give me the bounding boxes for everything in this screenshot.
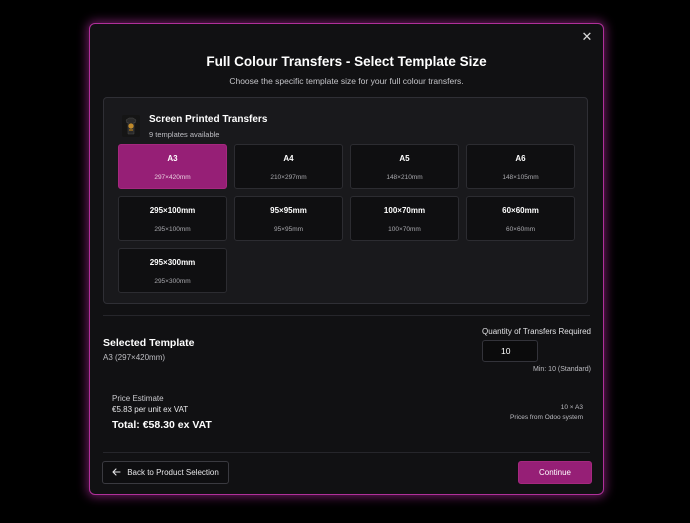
template-dimensions: 210×297mm [270,174,307,181]
template-name: 295×100mm [149,206,196,215]
price-per-unit: €5.83 per unit ex VAT [112,405,189,414]
tshirt-thumbnail [122,115,140,137]
template-name: A3 [167,154,178,163]
template-tile-295x100[interactable]: 295×100mm 295×100mm [118,196,227,241]
template-dimensions: 100×70mm [388,226,421,233]
template-dimensions: 295×100mm [154,226,191,233]
template-dimensions: 297×420mm [154,174,191,181]
continue-button-label: Continue [538,468,572,477]
divider [103,452,590,453]
template-dimensions: 295×300mm [154,278,191,285]
template-tile-a5[interactable]: A5 148×210mm [350,144,459,189]
template-tile-100x70[interactable]: 100×70mm 100×70mm [350,196,459,241]
template-size-dialog: ✕ Full Colour Transfers - Select Templat… [89,23,604,495]
price-estimate-label: Price Estimate [112,394,164,403]
price-quantity-summary: 10 × A3 [560,404,583,411]
continue-button[interactable]: Continue [518,461,592,484]
template-tile-95x95[interactable]: 95×95mm 95×95mm [234,196,343,241]
quantity-label: Quantity of Transfers Required [482,327,591,336]
template-group-title: Screen Printed Transfers [149,114,268,125]
dialog-subtitle: Choose the specific template size for yo… [229,76,464,86]
template-name: 295×300mm [149,258,196,267]
template-tile-a6[interactable]: A6 148×105mm [466,144,575,189]
back-to-product-selection-button[interactable]: Back to Product Selection [102,461,229,484]
template-dimensions: 148×210mm [386,174,423,181]
template-dimensions: 60×60mm [505,226,536,233]
arrow-left-icon [112,467,121,478]
dialog-title: Full Colour Transfers - Select Template … [206,54,487,69]
template-grid: A3 297×420mm A4 210×297mm A5 148×210mm A… [118,144,575,293]
template-name: A6 [515,154,526,163]
selected-template-value: A3 (297×420mm) [103,353,166,362]
template-name: 95×95mm [270,206,307,215]
template-tile-60x60[interactable]: 60×60mm 60×60mm [466,196,575,241]
quantity-input[interactable] [482,340,538,362]
template-count: 9 templates available [149,130,220,139]
divider [103,315,590,316]
template-dimensions: 95×95mm [273,226,304,233]
selected-template-title: Selected Template [103,337,195,349]
template-dimensions: 148×105mm [502,174,539,181]
close-icon[interactable]: ✕ [580,30,594,44]
price-total: Total: €58.30 ex VAT [112,419,212,431]
back-button-label: Back to Product Selection [127,468,219,477]
quantity-min-note: Min: 10 (Standard) [533,366,591,373]
template-name: 100×70mm [383,206,426,215]
template-tile-a4[interactable]: A4 210×297mm [234,144,343,189]
template-name: A5 [399,154,410,163]
template-tile-a3[interactable]: A3 297×420mm [118,144,227,189]
template-tile-295x300[interactable]: 295×300mm 295×300mm [118,248,227,293]
template-name: 60×60mm [502,206,539,215]
template-name: A4 [283,154,294,163]
template-group-panel: Screen Printed Transfers 9 templates ava… [103,97,588,304]
price-source-note: Prices from Odoo system [510,414,583,421]
